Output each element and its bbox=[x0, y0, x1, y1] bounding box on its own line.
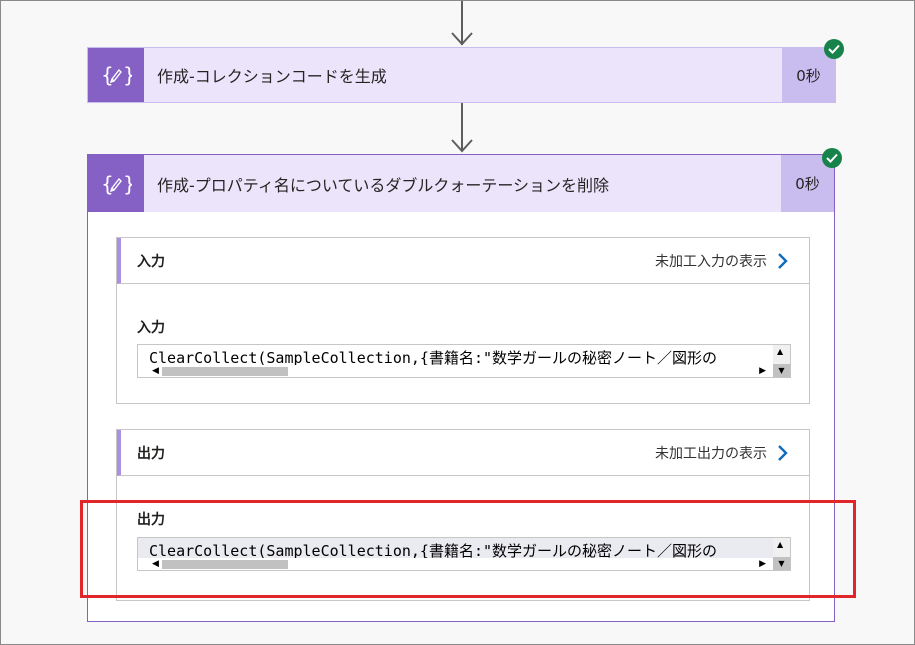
scrollbar-thumb[interactable] bbox=[162, 367, 288, 376]
svg-text:}: } bbox=[123, 172, 132, 196]
action-title: 作成-プロパティ名についているダブルクォーテーションを削除 bbox=[157, 175, 610, 195]
inputs-heading: 入力 bbox=[137, 253, 165, 270]
show-raw-inputs-link[interactable]: 未加工入力の表示 bbox=[655, 251, 809, 271]
compose-icon: { } bbox=[88, 155, 144, 212]
scroll-up-arrow-icon[interactable]: ▲ bbox=[777, 347, 783, 356]
inputs-field-label: 入力 bbox=[137, 320, 165, 336]
action-card-generate-collection[interactable]: { } 作成-コレクションコードを生成 0秒 bbox=[87, 47, 836, 103]
success-check-icon bbox=[824, 39, 844, 59]
svg-text:}: } bbox=[123, 63, 132, 87]
show-raw-outputs-label: 未加工出力の表示 bbox=[655, 445, 767, 462]
highlight-annotation-box bbox=[80, 500, 856, 598]
inputs-value-box[interactable]: ClearCollect(SampleCollection,{書籍名:"数学ガー… bbox=[137, 344, 791, 378]
connector-arrow-middle bbox=[450, 103, 474, 155]
svg-text:{: { bbox=[101, 63, 114, 87]
chevron-right-icon bbox=[778, 444, 788, 461]
scroll-right-arrow-icon[interactable]: ▶ bbox=[759, 365, 766, 377]
chevron-right-icon bbox=[778, 252, 788, 269]
connector-arrow-top bbox=[450, 1, 474, 47]
show-raw-outputs-link[interactable]: 未加工出力の表示 bbox=[655, 443, 809, 463]
scroll-down-arrow-icon[interactable]: ▼ bbox=[773, 364, 790, 377]
action-card-header[interactable]: { } 作成-プロパティ名についているダブルクォーテーションを削除 0秒 bbox=[88, 155, 834, 212]
scroll-left-arrow-icon[interactable]: ◀ bbox=[152, 365, 159, 377]
horizontal-scrollbar[interactable]: ◀ ▶ bbox=[138, 365, 774, 377]
vertical-scrollbar[interactable]: ▲ ▼ bbox=[773, 345, 790, 377]
show-raw-inputs-label: 未加工入力の表示 bbox=[655, 253, 767, 270]
action-title: 作成-コレクションコードを生成 bbox=[157, 67, 387, 86]
inputs-section-header: 入力 未加工入力の表示 bbox=[117, 238, 809, 284]
svg-text:{: { bbox=[101, 172, 114, 196]
outputs-heading: 出力 bbox=[137, 445, 165, 462]
outputs-section-header: 出力 未加工出力の表示 bbox=[117, 430, 809, 476]
success-check-icon bbox=[822, 148, 842, 168]
inputs-section: 入力 未加工入力の表示 入力 ClearCollect(SampleCollec… bbox=[116, 237, 810, 404]
compose-icon: { } bbox=[88, 48, 144, 102]
